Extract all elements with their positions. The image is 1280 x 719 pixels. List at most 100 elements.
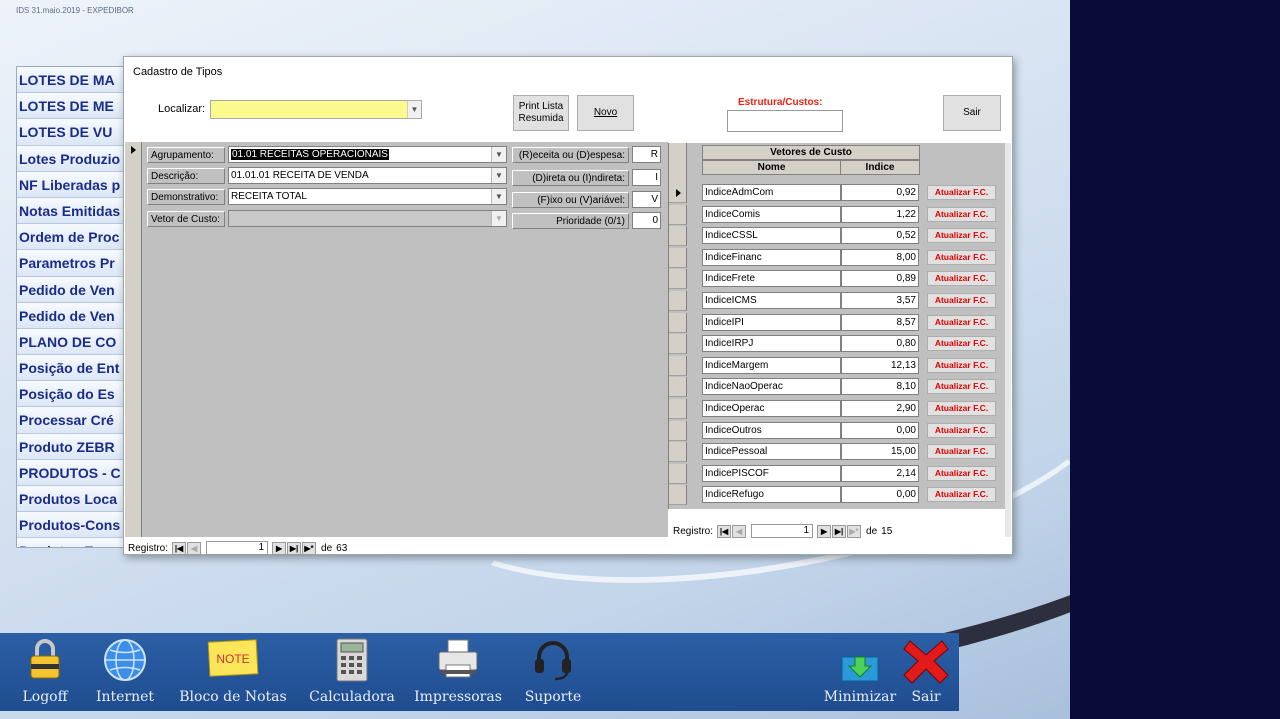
first-record-icon[interactable]: |◀	[172, 541, 187, 555]
update-fc-button[interactable]: Atualizar F.C.	[927, 357, 996, 373]
cost-vector-name[interactable]: IndicePessoal	[702, 443, 841, 461]
new-record-icon[interactable]: ▶*	[847, 524, 862, 538]
cost-vector-name[interactable]: IndiceComis	[702, 205, 841, 223]
update-fc-button[interactable]: Atualizar F.C.	[927, 271, 996, 287]
fixo-variavel-field[interactable]: V	[632, 191, 661, 208]
last-record-icon[interactable]: ▶|	[287, 541, 302, 555]
table-row[interactable]: IndiceOutros 0,00 Atualizar F.C.	[669, 420, 1006, 443]
cost-vector-name[interactable]: IndiceMargem	[702, 356, 841, 374]
cost-vector-name[interactable]: IndiceIRPJ	[702, 335, 841, 353]
update-fc-button[interactable]: Atualizar F.C.	[927, 206, 996, 222]
cost-vector-name[interactable]: IndiceICMS	[702, 292, 841, 309]
prioridade-field[interactable]: 0	[632, 212, 661, 229]
cost-vector-index[interactable]: 8,10	[841, 378, 919, 396]
record-number-input[interactable]: 1	[751, 524, 814, 538]
last-record-icon[interactable]: ▶|	[832, 524, 847, 538]
cost-vector-index[interactable]: 3,57	[841, 292, 919, 309]
menu-item[interactable]: Processar Cré	[17, 407, 125, 434]
menu-item[interactable]: LOTES DE MA	[17, 67, 125, 94]
cost-vector-index[interactable]: 0,80	[841, 335, 919, 353]
update-fc-button[interactable]: Atualizar F.C.	[927, 293, 996, 308]
row-selector[interactable]	[669, 334, 687, 355]
demonstrativo-combo[interactable]: RECEITA TOTAL	[228, 188, 507, 205]
row-selector[interactable]	[669, 312, 687, 333]
structure-costs-field[interactable]	[727, 110, 843, 132]
cost-vector-index[interactable]: 8,57	[841, 313, 919, 331]
new-button[interactable]: Novo	[577, 95, 634, 131]
table-row[interactable]: IndiceMargem 12,13 Atualizar F.C.	[669, 355, 1006, 378]
table-row[interactable]: IndiceFinanc 8,00 Atualizar F.C.	[669, 247, 1006, 270]
row-selector[interactable]	[669, 463, 687, 484]
menu-item[interactable]: LOTES DE VU	[17, 119, 125, 146]
chevron-down-icon[interactable]: ▼	[491, 211, 506, 226]
cost-vector-name[interactable]: IndiceOperac	[702, 400, 841, 417]
cost-vector-index[interactable]: 12,13	[841, 356, 919, 374]
update-fc-button[interactable]: Atualizar F.C.	[927, 401, 996, 416]
previous-record-icon[interactable]: ◀	[732, 524, 747, 538]
cost-vector-index[interactable]: 2,90	[841, 400, 919, 417]
cost-vector-name[interactable]: IndiceFrete	[702, 270, 841, 288]
table-row[interactable]: IndiceICMS 3,57 Atualizar F.C.	[669, 291, 1006, 313]
new-record-icon[interactable]: ▶*	[302, 541, 317, 555]
table-row[interactable]: IndiceAdmCom 0,92 Atualizar F.C.	[669, 183, 1006, 205]
menu-item[interactable]: LOTES DE ME	[17, 93, 125, 120]
vetor-custo-combo[interactable]	[228, 210, 507, 227]
row-selector[interactable]	[669, 442, 687, 463]
chevron-down-icon[interactable]: ▼	[491, 168, 506, 183]
row-selector[interactable]	[669, 485, 687, 506]
cost-vector-index[interactable]: 0,00	[841, 421, 919, 439]
menu-item[interactable]: Parametros Pr	[17, 250, 125, 277]
find-combo[interactable]	[210, 100, 422, 119]
printers-button[interactable]: Impressoras	[410, 633, 506, 711]
table-row[interactable]: IndiceCSSL 0,52 Atualizar F.C.	[669, 226, 1006, 248]
minimize-button[interactable]: Minimizar	[820, 633, 900, 711]
support-button[interactable]: Suporte	[520, 633, 586, 711]
chevron-down-icon[interactable]: ▼	[407, 101, 421, 118]
row-selector[interactable]	[669, 204, 687, 225]
table-row[interactable]: IndiceComis 1,22 Atualizar F.C.	[669, 204, 1006, 227]
exit-button[interactable]: Sair	[943, 95, 1001, 131]
menu-item[interactable]: PRODUTOS - C	[17, 459, 125, 486]
menu-item[interactable]: Pedido de Ven	[17, 302, 125, 329]
menu-item[interactable]: Produtos Loca	[17, 486, 125, 513]
table-row[interactable]: IndiceRefugo 0,00 Atualizar F.C.	[669, 485, 1006, 507]
row-selector[interactable]	[669, 377, 687, 398]
descricao-combo[interactable]: 01.01.01 RECEITA DE VENDA	[228, 167, 507, 184]
first-record-icon[interactable]: |◀	[717, 524, 732, 538]
table-row[interactable]: IndiceIPI 8,57 Atualizar F.C.	[669, 312, 1006, 335]
previous-record-icon[interactable]: ◀	[187, 541, 202, 555]
table-row[interactable]: IndicePessoal 15,00 Atualizar F.C.	[669, 442, 1006, 464]
cost-vector-name[interactable]: IndiceNaoOperac	[702, 378, 841, 396]
update-fc-button[interactable]: Atualizar F.C.	[927, 228, 996, 244]
menu-item[interactable]: PLANO DE CO	[17, 328, 125, 356]
update-fc-button[interactable]: Atualizar F.C.	[927, 444, 996, 460]
menu-item[interactable]: Ordem de Proc	[17, 224, 125, 251]
logoff-button[interactable]: Logoff	[14, 633, 76, 711]
row-selector[interactable]	[669, 226, 687, 247]
row-selector[interactable]	[669, 269, 687, 290]
record-number-input[interactable]: 1	[206, 541, 269, 555]
row-selector[interactable]	[669, 183, 687, 203]
notepad-button[interactable]: NOTE Bloco de Notas	[176, 633, 290, 711]
menu-item[interactable]: Posição do Es	[17, 381, 125, 408]
cost-vector-name[interactable]: IndiceOutros	[702, 421, 841, 439]
agrupamento-combo[interactable]: 01.01 RECEITAS OPERACIONAIS	[228, 146, 507, 163]
update-fc-button[interactable]: Atualizar F.C.	[927, 185, 996, 200]
menu-item[interactable]: Pedido de Ven	[17, 276, 125, 303]
cost-vector-index[interactable]: 0,89	[841, 270, 919, 288]
cost-vector-index[interactable]: 0,92	[841, 184, 919, 201]
menu-item[interactable]: Produtos-Cons	[17, 512, 125, 539]
update-fc-button[interactable]: Atualizar F.C.	[927, 379, 996, 395]
menu-item[interactable]: Produtos Encr	[17, 538, 125, 547]
next-record-icon[interactable]: ▶	[272, 541, 287, 555]
cost-vector-index[interactable]: 8,00	[841, 248, 919, 266]
cost-vector-name[interactable]: IndiceRefugo	[702, 486, 841, 504]
cost-vector-index[interactable]: 1,22	[841, 205, 919, 223]
cost-vector-name[interactable]: IndiceIPI	[702, 313, 841, 331]
chevron-down-icon[interactable]: ▼	[491, 189, 506, 204]
cost-vector-name[interactable]: IndiceCSSL	[702, 227, 841, 245]
cost-vector-name[interactable]: IndiceAdmCom	[702, 184, 841, 201]
direta-indireta-field[interactable]: I	[632, 169, 661, 186]
menu-item[interactable]: NF Liberadas p	[17, 171, 125, 198]
table-row[interactable]: IndiceNaoOperac 8,10 Atualizar F.C.	[669, 377, 1006, 399]
